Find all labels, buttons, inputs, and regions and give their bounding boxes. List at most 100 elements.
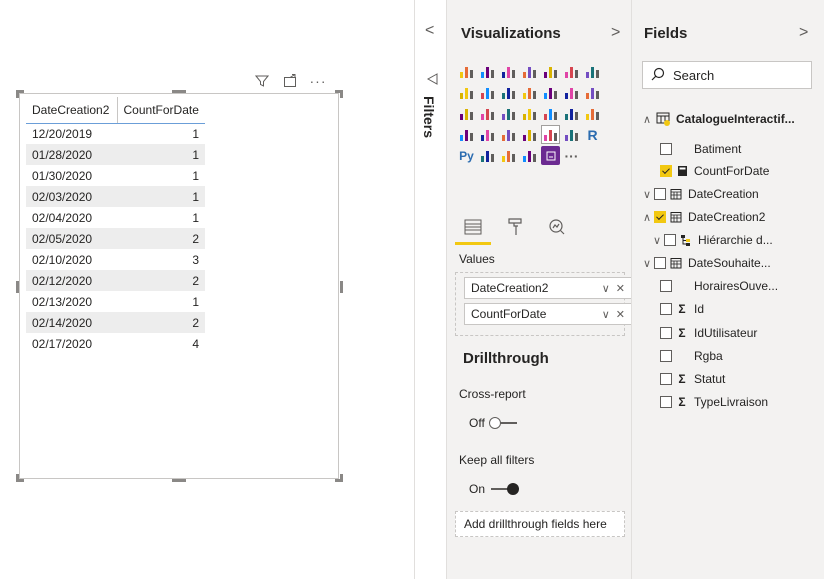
pie-chart-icon[interactable] bbox=[478, 104, 497, 123]
funnel-icon[interactable] bbox=[583, 83, 602, 102]
close-icon[interactable]: ✕ bbox=[616, 308, 625, 321]
chevron-down-icon[interactable]: ∨ bbox=[602, 282, 610, 295]
field-checkbox[interactable] bbox=[660, 165, 672, 177]
clustered-bar-icon[interactable] bbox=[499, 62, 518, 81]
key-influencers-icon[interactable] bbox=[478, 146, 497, 165]
scatter-icon[interactable] bbox=[457, 104, 476, 123]
resize-handle[interactable] bbox=[16, 474, 19, 482]
100-bar-icon[interactable] bbox=[541, 62, 560, 81]
chevron-up-icon[interactable]: ∧ bbox=[640, 211, 654, 224]
field-item[interactable]: Σ IdUtilisateur bbox=[660, 322, 757, 344]
field-checkbox[interactable] bbox=[660, 327, 672, 339]
field-table-node[interactable]: ∧ CatalogueInteractif... bbox=[640, 108, 795, 130]
chevron-up-icon[interactable]: ∧ bbox=[640, 113, 654, 126]
field-item[interactable]: Σ Id bbox=[660, 298, 704, 320]
column-header[interactable]: DateCreation2 bbox=[26, 97, 117, 124]
globe-icon[interactable] bbox=[520, 146, 539, 165]
r-visual-icon[interactable]: R bbox=[583, 125, 602, 144]
donut-chart-icon[interactable] bbox=[499, 104, 518, 123]
field-item[interactable]: Σ TypeLivraison bbox=[660, 391, 768, 413]
chevron-down-icon[interactable]: ∨ bbox=[602, 308, 610, 321]
field-item[interactable]: Rgba bbox=[660, 345, 723, 367]
field-checkbox[interactable] bbox=[660, 303, 672, 315]
drillthrough-drop-zone[interactable]: Add drillthrough fields here bbox=[455, 511, 625, 537]
field-item[interactable]: HorairesOuve... bbox=[660, 275, 778, 297]
field-item[interactable]: ∨ Hiérarchie d... bbox=[650, 229, 773, 251]
value-field-pill[interactable]: CountForDate ∨ ✕ bbox=[464, 303, 632, 325]
resize-handle[interactable] bbox=[172, 479, 186, 482]
custom-visual-icon[interactable] bbox=[541, 146, 560, 165]
collapse-visualizations-button[interactable]: > bbox=[611, 24, 620, 42]
stacked-bar-icon[interactable] bbox=[457, 62, 476, 81]
count-cell: 2 bbox=[117, 270, 205, 291]
treemap-icon[interactable] bbox=[520, 104, 539, 123]
qa-icon[interactable] bbox=[499, 146, 518, 165]
ribbon-chart-icon[interactable] bbox=[541, 83, 560, 102]
cross-report-toggle[interactable]: Off bbox=[469, 416, 517, 430]
collapse-fields-button[interactable]: > bbox=[799, 24, 808, 42]
field-item[interactable]: ∨ DateCreation bbox=[640, 183, 759, 205]
python-visual-icon[interactable]: Py bbox=[457, 146, 476, 165]
line-chart-icon[interactable] bbox=[583, 62, 602, 81]
collapse-filters-button[interactable]: < bbox=[425, 22, 434, 40]
matrix-icon[interactable] bbox=[562, 125, 581, 144]
resize-handle[interactable] bbox=[340, 90, 343, 98]
field-item[interactable]: Σ Statut bbox=[660, 368, 725, 390]
gauge-icon[interactable] bbox=[583, 104, 602, 123]
line-clustered-icon[interactable] bbox=[520, 83, 539, 102]
analytics-tab[interactable] bbox=[543, 216, 571, 238]
values-well[interactable]: DateCreation2 ∨ ✕ CountForDate ∨ ✕ bbox=[455, 272, 632, 336]
resize-handle[interactable] bbox=[340, 474, 343, 482]
table-header-row: DateCreation2 CountForDate bbox=[26, 97, 205, 124]
field-checkbox[interactable] bbox=[654, 257, 666, 269]
field-checkbox[interactable] bbox=[660, 350, 672, 362]
field-checkbox[interactable] bbox=[660, 143, 672, 155]
slicer-icon[interactable] bbox=[520, 125, 539, 144]
resize-handle[interactable] bbox=[172, 90, 186, 93]
filter-icon[interactable] bbox=[254, 73, 270, 89]
clustered-column-icon[interactable] bbox=[520, 62, 539, 81]
stacked-column-icon[interactable] bbox=[478, 62, 497, 81]
filter-pane-icon[interactable] bbox=[426, 72, 438, 90]
chevron-down-icon[interactable]: ∨ bbox=[640, 257, 654, 270]
field-checkbox[interactable] bbox=[654, 211, 666, 223]
multi-row-card-icon[interactable] bbox=[478, 125, 497, 144]
column-header[interactable]: CountForDate bbox=[116, 97, 205, 124]
field-item[interactable]: ∧ DateCreation2 bbox=[640, 206, 765, 228]
filters-label[interactable]: Filters bbox=[421, 96, 437, 138]
fields-tab[interactable] bbox=[455, 216, 491, 245]
field-item[interactable]: CountForDate bbox=[660, 160, 769, 182]
chevron-down-icon[interactable]: ∨ bbox=[650, 234, 664, 247]
card-icon[interactable] bbox=[457, 125, 476, 144]
kpi-icon[interactable] bbox=[499, 125, 518, 144]
focus-mode-icon[interactable] bbox=[282, 73, 298, 89]
search-input[interactable]: Search bbox=[673, 68, 714, 83]
field-checkbox[interactable] bbox=[660, 373, 672, 385]
value-field-pill[interactable]: DateCreation2 ∨ ✕ bbox=[464, 277, 632, 299]
map-icon[interactable] bbox=[541, 104, 560, 123]
resize-handle[interactable] bbox=[340, 281, 343, 293]
filled-map-icon[interactable] bbox=[562, 104, 581, 123]
line-column-icon[interactable] bbox=[499, 83, 518, 102]
table-icon[interactable] bbox=[541, 125, 560, 144]
more-icon[interactable]: ··· bbox=[562, 146, 581, 165]
field-checkbox[interactable] bbox=[664, 234, 676, 246]
more-options-icon[interactable]: ··· bbox=[310, 73, 326, 89]
field-item[interactable]: Batiment bbox=[660, 138, 741, 160]
area-chart-icon[interactable] bbox=[457, 83, 476, 102]
100-column-icon[interactable] bbox=[562, 62, 581, 81]
field-checkbox[interactable] bbox=[660, 396, 672, 408]
field-item[interactable]: ∨ DateSouhaite... bbox=[640, 252, 771, 274]
table-row: 02/14/2020 2 bbox=[26, 312, 205, 333]
format-tab[interactable] bbox=[501, 216, 529, 238]
search-box[interactable]: Search bbox=[642, 61, 812, 89]
resize-handle[interactable] bbox=[16, 281, 19, 293]
resize-handle[interactable] bbox=[16, 90, 19, 98]
field-checkbox[interactable] bbox=[660, 280, 672, 292]
field-checkbox[interactable] bbox=[654, 188, 666, 200]
close-icon[interactable]: ✕ bbox=[616, 282, 625, 295]
stacked-area-icon[interactable] bbox=[478, 83, 497, 102]
keep-all-filters-toggle[interactable]: On bbox=[469, 482, 520, 496]
chevron-down-icon[interactable]: ∨ bbox=[640, 188, 654, 201]
waterfall-icon[interactable] bbox=[562, 83, 581, 102]
